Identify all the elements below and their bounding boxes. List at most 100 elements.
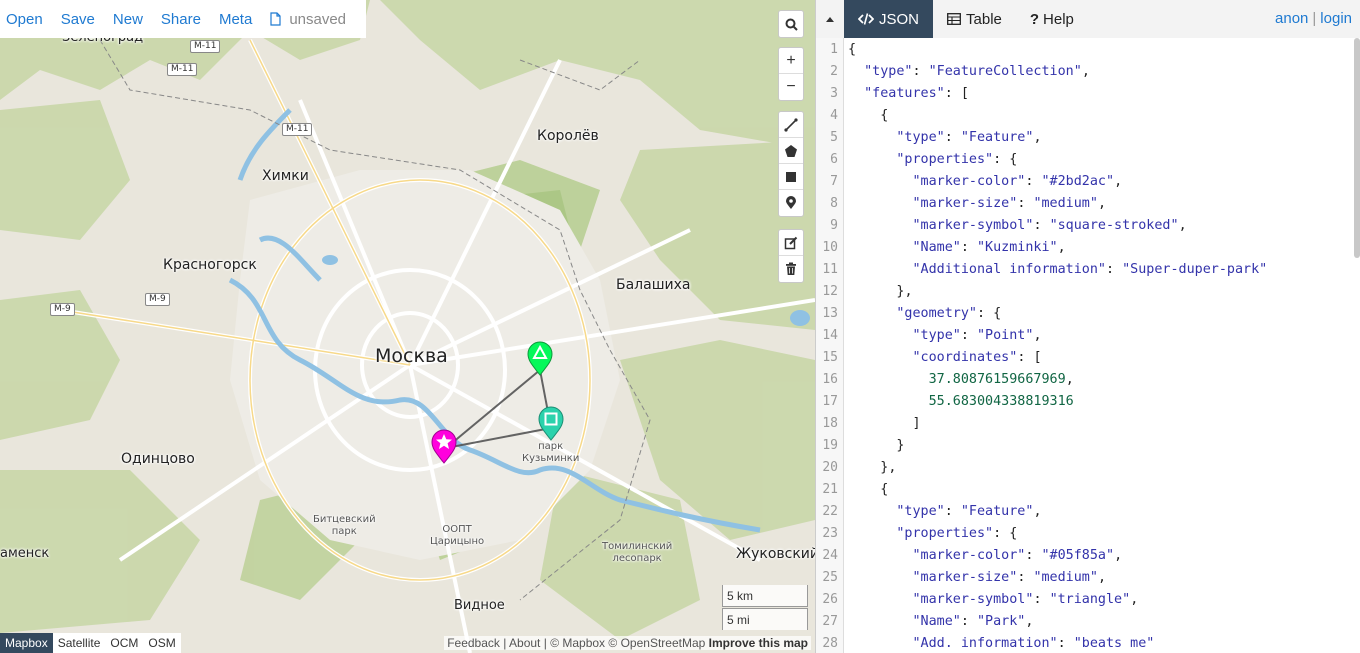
code-line[interactable]: 23 "properties": { (816, 523, 1360, 545)
unsaved-label: unsaved (289, 10, 347, 28)
code-line[interactable]: 15 "coordinates": [ (816, 347, 1360, 369)
line-number: 9 (830, 218, 838, 233)
feature-overlay (431, 341, 564, 464)
code-text: { (880, 108, 889, 123)
code-line[interactable]: 27 "Name": "Park", (816, 611, 1360, 633)
new-button[interactable]: New (113, 11, 155, 28)
anon-link[interactable]: anon (1275, 10, 1308, 27)
map-view[interactable]: Зеленоград Химки Королёв Красногорск Бал… (0, 0, 815, 653)
triangle-marker[interactable] (527, 341, 553, 376)
code-line[interactable]: 4 { (816, 105, 1360, 127)
pane-tabs: JSON Table ? Help anon | login (816, 0, 1360, 38)
user-links: anon | login (1275, 10, 1352, 27)
triangle-up-icon (826, 16, 834, 22)
meta-button[interactable]: Meta (219, 11, 264, 28)
code-text: "marker-color": "#05f85a", (912, 548, 1123, 563)
code-text: }, (896, 284, 913, 299)
draw-line-button[interactable] (779, 112, 803, 138)
code-line[interactable]: 12 }, (816, 281, 1360, 303)
mapbox-link[interactable]: © Mapbox (550, 636, 605, 650)
linestring-feature[interactable] (445, 369, 552, 449)
tab-table[interactable]: Table (933, 0, 1016, 38)
code-line[interactable]: 9 "marker-symbol": "square-stroked", (816, 215, 1360, 237)
layer-osm[interactable]: OSM (143, 633, 181, 653)
file-status: unsaved (270, 11, 346, 28)
code-line[interactable]: 20 }, (816, 457, 1360, 479)
code-text: "marker-size": "medium", (912, 570, 1107, 585)
login-link[interactable]: login (1320, 10, 1352, 27)
tab-label: Help (1043, 10, 1074, 28)
code-line[interactable]: 8 "marker-size": "medium", (816, 193, 1360, 215)
code-line[interactable]: 3 "features": [ (816, 83, 1360, 105)
star-marker[interactable] (431, 429, 457, 464)
code-line[interactable]: 25 "marker-size": "medium", (816, 567, 1360, 589)
code-text: "geometry": { (896, 306, 1002, 321)
layer-satellite[interactable]: Satellite (52, 633, 106, 653)
code-line[interactable]: 18 ] (816, 413, 1360, 435)
code-line[interactable]: 21 { (816, 479, 1360, 501)
code-line[interactable]: 5 "type": "Feature", (816, 127, 1360, 149)
code-line[interactable]: 24 "marker-color": "#05f85a", (816, 545, 1360, 567)
line-number: 11 (822, 262, 838, 277)
improve-map-link[interactable]: Improve this map (709, 636, 808, 650)
layer-mapbox[interactable]: Mapbox (0, 633, 53, 653)
zoom-out-button[interactable]: − (779, 74, 803, 100)
code-line[interactable]: 22 "type": "Feature", (816, 501, 1360, 523)
table-icon (947, 13, 961, 25)
code-line[interactable]: 1{ (816, 39, 1360, 61)
line-number: 20 (822, 460, 838, 475)
open-button[interactable]: Open (6, 11, 55, 28)
code-line[interactable]: 14 "type": "Point", (816, 325, 1360, 347)
code-line[interactable]: 17 55.683004338819316 (816, 391, 1360, 413)
tab-json[interactable]: JSON (844, 0, 934, 38)
about-link[interactable]: About (509, 636, 540, 650)
code-line[interactable]: 7 "marker-color": "#2bd2ac", (816, 171, 1360, 193)
question-icon: ? (1029, 10, 1040, 28)
search-icon (785, 18, 798, 31)
line-number: 4 (830, 108, 838, 123)
line-number: 28 (822, 636, 838, 651)
trash-icon (786, 262, 796, 275)
code-line[interactable]: 6 "properties": { (816, 149, 1360, 171)
tab-help[interactable]: ? Help (1016, 0, 1088, 38)
plus-icon: + (786, 51, 796, 69)
code-text: "type": "Point", (912, 328, 1042, 343)
line-number: 13 (822, 306, 838, 321)
code-text: "Name": "Kuzminki", (912, 240, 1066, 255)
code-text: "marker-symbol": "triangle", (912, 592, 1139, 607)
osm-link[interactable]: © OpenStreetMap (608, 636, 705, 650)
code-text: "properties": { (896, 526, 1018, 541)
save-button[interactable]: Save (61, 11, 107, 28)
code-line[interactable]: 11 "Additional information": "Super-dupe… (816, 259, 1360, 281)
code-text: { (880, 482, 889, 497)
share-button[interactable]: Share (161, 11, 213, 28)
code-text: 37.80876159667969, (928, 372, 1074, 387)
code-line[interactable]: 10 "Name": "Kuzminki", (816, 237, 1360, 259)
delete-button[interactable] (779, 256, 803, 282)
scale-mi: 5 mi (722, 608, 808, 630)
code-line[interactable]: 13 "geometry": { (816, 303, 1360, 325)
json-editor[interactable]: 1{2 "type": "FeatureCollection", 3 "featu… (816, 38, 1360, 653)
side-pane: JSON Table ? Help anon | login 1{2 "type":… (815, 0, 1360, 653)
code-text: "Additional information": "Super-duper-p… (912, 262, 1268, 277)
line-number: 27 (822, 614, 838, 629)
edit-button[interactable] (779, 230, 803, 256)
code-line[interactable]: 26 "marker-symbol": "triangle", (816, 589, 1360, 611)
draw-marker-button[interactable] (779, 190, 803, 216)
line-number: 14 (822, 328, 838, 343)
draw-rectangle-button[interactable] (779, 164, 803, 190)
kuzminki-marker[interactable] (538, 406, 564, 441)
collapse-pane-button[interactable] (816, 0, 844, 38)
code-line[interactable]: 28 "Add. information": "beats me" (816, 633, 1360, 653)
line-number: 7 (830, 174, 838, 189)
zoom-in-button[interactable]: + (779, 48, 803, 74)
code-line[interactable]: 19 } (816, 435, 1360, 457)
draw-polygon-button[interactable] (779, 138, 803, 164)
search-button[interactable] (779, 11, 803, 37)
editor-scrollbar[interactable] (1354, 38, 1360, 258)
code-text: 55.683004338819316 (928, 394, 1074, 409)
feedback-link[interactable]: Feedback (447, 636, 500, 650)
code-line[interactable]: 16 37.80876159667969, (816, 369, 1360, 391)
layer-ocm[interactable]: OCM (105, 633, 144, 653)
code-line[interactable]: 2 "type": "FeatureCollection", (816, 61, 1360, 83)
